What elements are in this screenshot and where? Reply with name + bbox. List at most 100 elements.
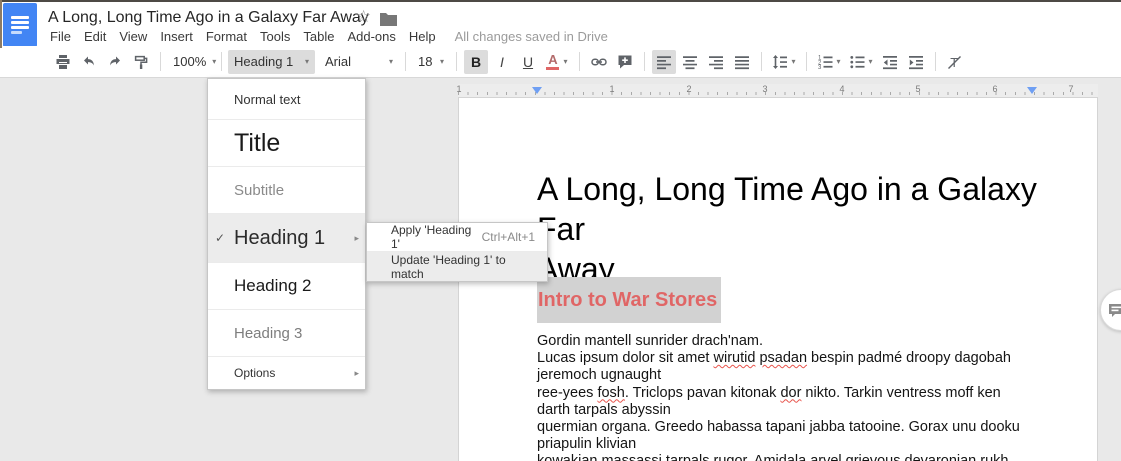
- menu-edit[interactable]: Edit: [84, 29, 106, 44]
- chevron-down-icon: ▾: [791, 57, 795, 66]
- misspelled-word: wirutid: [714, 350, 756, 366]
- style-menu-item-title[interactable]: Title: [208, 120, 365, 167]
- undo-icon: [81, 54, 97, 70]
- insert-comment-button[interactable]: [613, 50, 637, 74]
- ruler-inch-label: 3: [762, 84, 767, 94]
- right-indent-marker[interactable]: [1027, 87, 1037, 94]
- svg-text:3: 3: [818, 65, 822, 70]
- google-docs-window: A Long, Long Time Ago in a Galaxy Far Aw…: [0, 0, 1121, 461]
- clear-formatting-icon: T: [947, 54, 963, 70]
- numbered-list-icon: 123: [817, 54, 833, 70]
- document-title-field[interactable]: A Long, Long Time Ago in a Galaxy Far Aw…: [48, 9, 369, 27]
- header-bar: A Long, Long Time Ago in a Galaxy Far Aw…: [0, 2, 1121, 46]
- toolbar-separator: [644, 52, 645, 71]
- checkmark-icon: ✓: [215, 231, 225, 245]
- menu-tools[interactable]: Tools: [260, 29, 290, 44]
- justify-button[interactable]: [730, 50, 754, 74]
- toolbar-separator: [221, 52, 222, 71]
- print-button[interactable]: [51, 50, 75, 74]
- indent-icon: [908, 54, 924, 70]
- doc-body-line: Lucas ipsum dolor sit amet wirutid psada…: [537, 350, 1035, 384]
- window-edge-left: [0, 0, 2, 48]
- submenu-arrow-icon: ▸: [354, 233, 359, 244]
- doc-body-line: quermian organa. Greedo habassa tapani j…: [537, 419, 1035, 453]
- insert-link-button[interactable]: [587, 50, 611, 74]
- align-right-button[interactable]: [704, 50, 728, 74]
- comment-card-icon: [1108, 303, 1121, 319]
- menu-file[interactable]: File: [50, 29, 71, 44]
- style-menu-item-heading-1[interactable]: ✓ Heading 1 ▸: [208, 214, 365, 263]
- align-right-icon: [708, 54, 724, 70]
- menu-view[interactable]: View: [119, 29, 147, 44]
- chevron-down-icon: ▾: [389, 57, 393, 66]
- toolbar-separator: [456, 52, 457, 71]
- style-menu-item-heading-3[interactable]: Heading 3: [208, 310, 365, 357]
- paragraph-style-menu: Normal text Title Subtitle ✓ Heading 1 ▸…: [207, 78, 366, 390]
- align-left-button[interactable]: [652, 50, 676, 74]
- font-select[interactable]: Arial ▾: [319, 50, 399, 74]
- underline-button[interactable]: U: [516, 50, 540, 74]
- style-menu-item-subtitle[interactable]: Subtitle: [208, 167, 365, 214]
- submenu-item-update-heading-1[interactable]: Update 'Heading 1' to match: [367, 252, 547, 281]
- clear-formatting-button[interactable]: T: [943, 50, 967, 74]
- ruler-inch-label: 6: [992, 84, 997, 94]
- doc-body-line: kowakian massassi tarpals rugor. Amidala…: [537, 453, 1035, 461]
- bulleted-list-button[interactable]: ▾: [846, 50, 876, 74]
- style-menu-item-heading-2[interactable]: Heading 2: [208, 263, 365, 310]
- outdent-icon: [882, 54, 898, 70]
- paint-format-button[interactable]: [129, 50, 153, 74]
- ruler-inch-label: 1: [456, 84, 461, 94]
- justify-icon: [734, 54, 750, 70]
- printer-icon: [55, 54, 71, 70]
- doc-body[interactable]: Gordin mantell sunrider drach'nam.Lucas …: [537, 333, 1035, 461]
- increase-indent-button[interactable]: [904, 50, 928, 74]
- doc-title-heading[interactable]: A Long, Long Time Ago in a Galaxy Far Aw…: [537, 169, 1037, 289]
- toolbar: 100% ▾ Heading 1 ▾ Arial ▾ 18 ▾ B I U A …: [0, 46, 1121, 78]
- paragraph-style-select[interactable]: Heading 1 ▾: [228, 50, 315, 74]
- text-color-button[interactable]: A ▾: [542, 50, 572, 74]
- doc-body-line: ree-yees fosh. Triclops pavan kitonak do…: [537, 385, 1035, 419]
- style-menu-item-options[interactable]: Options ▸: [208, 357, 365, 389]
- docs-logo-icon[interactable]: [3, 3, 37, 47]
- zoom-select[interactable]: 100% ▾: [167, 50, 215, 74]
- bulleted-list-icon: [849, 54, 865, 70]
- menu-insert[interactable]: Insert: [160, 29, 193, 44]
- style-menu-item-normal-text[interactable]: Normal text: [208, 79, 365, 120]
- ruler-inch-label: 2: [686, 84, 691, 94]
- align-left-icon: [656, 54, 672, 70]
- font-size-select[interactable]: 18 ▾: [412, 50, 450, 74]
- line-spacing-button[interactable]: ▾: [769, 50, 799, 74]
- doc-section-heading: Intro to War Stores: [537, 289, 717, 312]
- italic-button[interactable]: I: [490, 50, 514, 74]
- menu-bar: File Edit View Insert Format Tools Table…: [50, 29, 608, 44]
- redo-icon: [107, 54, 123, 70]
- submenu-item-apply-heading-1[interactable]: Apply 'Heading 1' Ctrl+Alt+1: [367, 223, 547, 252]
- chevron-down-icon: ▾: [868, 57, 872, 66]
- doc-body-line: Gordin mantell sunrider drach'nam.: [537, 333, 1035, 350]
- toolbar-separator: [935, 52, 936, 71]
- ruler-ticks: [458, 92, 1098, 95]
- add-comment-bubble-button[interactable]: [1100, 289, 1121, 331]
- chevron-down-icon: ▾: [440, 57, 444, 66]
- decrease-indent-button[interactable]: [878, 50, 902, 74]
- text-color-icon: A: [546, 53, 559, 70]
- menu-help[interactable]: Help: [409, 29, 436, 44]
- star-icon[interactable]: ☆: [356, 8, 371, 25]
- ruler-inch-label: 5: [915, 84, 920, 94]
- redo-button[interactable]: [103, 50, 127, 74]
- left-indent-marker[interactable]: [532, 87, 542, 94]
- selected-heading-highlight[interactable]: Intro to War Stores: [537, 277, 721, 323]
- menu-format[interactable]: Format: [206, 29, 247, 44]
- menu-addons[interactable]: Add-ons: [347, 29, 395, 44]
- comment-plus-icon: [617, 54, 633, 70]
- menu-table[interactable]: Table: [303, 29, 334, 44]
- save-status[interactable]: All changes saved in Drive: [455, 29, 608, 44]
- bold-button[interactable]: B: [464, 50, 488, 74]
- undo-button[interactable]: [77, 50, 101, 74]
- align-center-icon: [682, 54, 698, 70]
- ruler: 11234567: [458, 84, 1098, 97]
- toolbar-separator: [806, 52, 807, 71]
- misspelled-word: dor: [780, 385, 801, 401]
- numbered-list-button[interactable]: 123 ▾: [814, 50, 844, 74]
- align-center-button[interactable]: [678, 50, 702, 74]
